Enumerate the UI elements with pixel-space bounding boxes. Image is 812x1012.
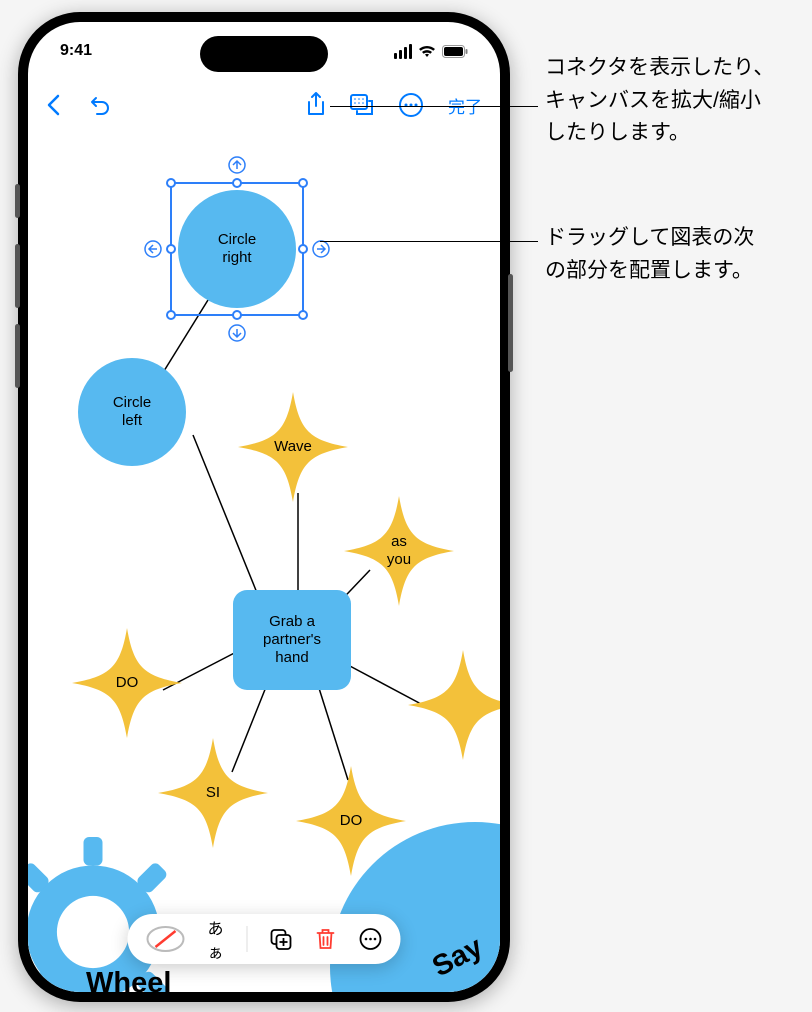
shape-label: Wave	[274, 438, 312, 456]
callout-2: ドラッグして図表の次 の部分を配置します。	[545, 222, 754, 287]
boards-button[interactable]	[350, 94, 374, 116]
fill-none-button[interactable]	[145, 925, 185, 953]
shape-label: Circle left	[113, 394, 151, 430]
done-button[interactable]: 完了	[448, 93, 482, 118]
shape-star-partial[interactable]	[408, 650, 500, 760]
shape-star-do1[interactable]: DO	[72, 628, 182, 738]
callout-line	[320, 241, 538, 242]
shape-label: SI	[206, 784, 220, 802]
shape-label: DO	[340, 812, 363, 830]
text-format-button[interactable]: あぁ	[207, 915, 224, 963]
wheel-label: Wheel	[86, 967, 171, 992]
power-button	[508, 274, 513, 372]
wifi-icon	[418, 44, 436, 58]
shape-label: Grab a partner's hand	[263, 613, 321, 667]
volume-down-button	[15, 324, 20, 388]
screen: 9:41	[28, 22, 500, 992]
shape-label: as you	[387, 533, 411, 569]
dynamic-island	[200, 36, 328, 72]
callout-line	[330, 106, 538, 107]
side-button	[15, 184, 20, 218]
back-button[interactable]	[46, 94, 60, 116]
status-right	[394, 44, 468, 59]
shape-label: DO	[116, 674, 139, 692]
toolbar: 完了	[28, 80, 500, 130]
duplicate-button[interactable]	[269, 927, 293, 951]
battery-icon	[442, 45, 468, 58]
undo-button[interactable]	[88, 94, 112, 116]
status-time: 9:41	[60, 42, 92, 60]
share-button[interactable]	[306, 92, 326, 118]
shape-circle-left[interactable]: Circle left	[78, 358, 186, 466]
shape-star-si[interactable]: SI	[158, 738, 268, 848]
callout-1: コネクタを表示したり、 キャンバスを拡大/縮小 したりします。	[545, 52, 774, 150]
shape-star-as-you[interactable]: as you	[344, 496, 454, 606]
shape-circle-right[interactable]: Circle right	[178, 190, 296, 308]
cellular-icon	[394, 44, 412, 59]
canvas[interactable]: Circle right	[28, 130, 500, 992]
divider	[246, 926, 247, 952]
phone-frame: 9:41	[18, 12, 510, 1002]
delete-button[interactable]	[315, 927, 337, 951]
edit-pill: あぁ	[127, 914, 400, 964]
more-options-button[interactable]	[359, 927, 383, 951]
shape-grab[interactable]: Grab a partner's hand	[233, 590, 351, 690]
shape-star-wave[interactable]: Wave	[238, 392, 348, 502]
shape-label: Circle right	[218, 231, 256, 267]
volume-up-button	[15, 244, 20, 308]
more-button[interactable]	[398, 92, 424, 118]
